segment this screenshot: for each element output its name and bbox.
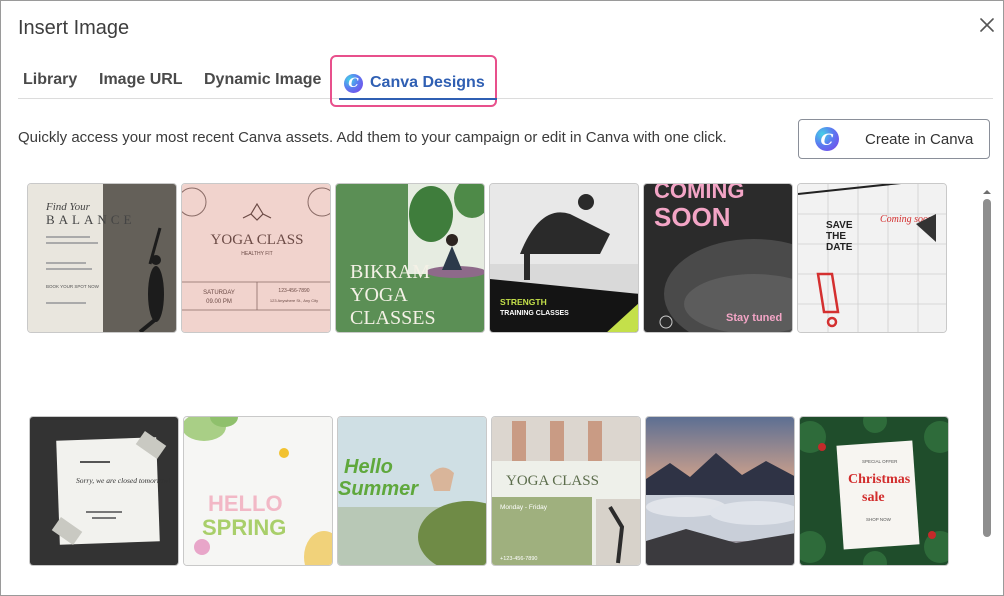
design-thumbnail[interactable]: Hello Summer bbox=[337, 416, 487, 566]
design-text: sale bbox=[862, 490, 885, 505]
scrollbar[interactable] bbox=[980, 183, 994, 593]
design-text: STRENGTH bbox=[500, 297, 547, 307]
design-text: SPECIAL OFFER bbox=[862, 459, 898, 464]
design-text: SAVE bbox=[826, 220, 853, 231]
design-text: 123 Anywhere St., Any City bbox=[270, 298, 318, 303]
tab-image-url[interactable]: Image URL bbox=[99, 71, 183, 89]
design-thumbnail[interactable]: YOGA CLASS Monday - Friday +123-456-7890 bbox=[491, 416, 641, 566]
tab-dynamic-image[interactable]: Dynamic Image bbox=[204, 71, 321, 89]
design-thumbnail[interactable]: STRENGTH TRAINING CLASSES bbox=[489, 183, 639, 333]
design-thumbnail[interactable]: HELLO SPRING bbox=[183, 416, 333, 566]
design-text: SOON bbox=[654, 202, 731, 232]
design-text: Summer bbox=[338, 478, 419, 500]
dialog-title: Insert Image bbox=[18, 17, 130, 39]
design-text: SPRING bbox=[202, 515, 286, 540]
canva-logo-icon: C bbox=[815, 127, 839, 151]
design-text: BOOK YOUR SPOT NOW bbox=[46, 284, 100, 289]
scrollbar-thumb[interactable] bbox=[983, 199, 991, 537]
intro-text: Quickly access your most recent Canva as… bbox=[18, 129, 727, 146]
design-thumbnail[interactable]: Sorry, we are closed tomorrow! bbox=[29, 416, 179, 566]
tab-canva-designs[interactable]: C Canva Designs bbox=[339, 69, 497, 100]
design-text: YOGA CLASS bbox=[506, 473, 599, 489]
design-text: +123-456-7890 bbox=[500, 556, 537, 562]
design-text: 09.00 PM bbox=[206, 299, 232, 305]
design-text: DATE bbox=[826, 242, 853, 253]
design-text: HEALTHY FIT bbox=[241, 251, 273, 257]
design-text: Stay tuned bbox=[726, 312, 782, 324]
design-text: BIKRAM bbox=[350, 261, 430, 283]
tab-bar: Library Image URL Dynamic Image bbox=[1, 63, 1004, 99]
design-text: CLASSES bbox=[350, 307, 436, 329]
design-text: YOGA bbox=[350, 284, 408, 306]
design-text: Christmas bbox=[848, 472, 911, 487]
design-text: Monday - Friday bbox=[500, 504, 548, 511]
design-text: SATURDAY bbox=[203, 290, 235, 296]
tab-library[interactable]: Library bbox=[23, 71, 77, 89]
design-thumbnail[interactable]: Find Your BALANCE BOOK YOUR SPOT NOW bbox=[27, 183, 177, 333]
design-text: BALANCE bbox=[46, 212, 135, 227]
create-in-canva-label: Create in Canva bbox=[865, 131, 974, 148]
close-icon[interactable] bbox=[976, 14, 998, 36]
design-text: COMING bbox=[654, 184, 744, 203]
design-thumbnail[interactable] bbox=[645, 416, 795, 566]
insert-image-dialog: Insert Image Library Image URL Dynamic I… bbox=[0, 0, 1004, 596]
design-thumbnail[interactable]: BIKRAM YOGA CLASSES bbox=[335, 183, 485, 333]
design-text: Sorry, we are closed tomorrow! bbox=[76, 476, 171, 485]
design-text: HELLO bbox=[208, 491, 283, 516]
active-tab-underline bbox=[339, 98, 497, 100]
design-text: TRAINING CLASSES bbox=[500, 310, 569, 317]
design-text: YOGA CLASS bbox=[211, 232, 304, 248]
tab-canva-designs-label: Canva Designs bbox=[370, 74, 485, 91]
design-text: Hello bbox=[344, 456, 393, 478]
design-thumbnail[interactable]: SPECIAL OFFER Christmas sale SHOP NOW bbox=[799, 416, 949, 566]
designs-grid: Find Your BALANCE BOOK YOUR SPOT NOW YOG… bbox=[27, 183, 977, 593]
design-thumbnail[interactable]: COMING SOON Stay tuned bbox=[643, 183, 793, 333]
design-text: 123-456-7890 bbox=[278, 288, 309, 294]
canva-logo-icon: C bbox=[344, 73, 363, 93]
design-thumbnail[interactable]: YOGA CLASS HEALTHY FIT SATURDAY 09.00 PM… bbox=[181, 183, 331, 333]
tab-divider bbox=[18, 98, 993, 99]
design-text: THE bbox=[826, 231, 846, 242]
design-thumbnail[interactable]: SAVE THE DATE Coming soon bbox=[797, 183, 947, 333]
design-text: SHOP NOW bbox=[866, 517, 892, 522]
create-in-canva-button[interactable]: C Create in Canva bbox=[798, 119, 990, 159]
